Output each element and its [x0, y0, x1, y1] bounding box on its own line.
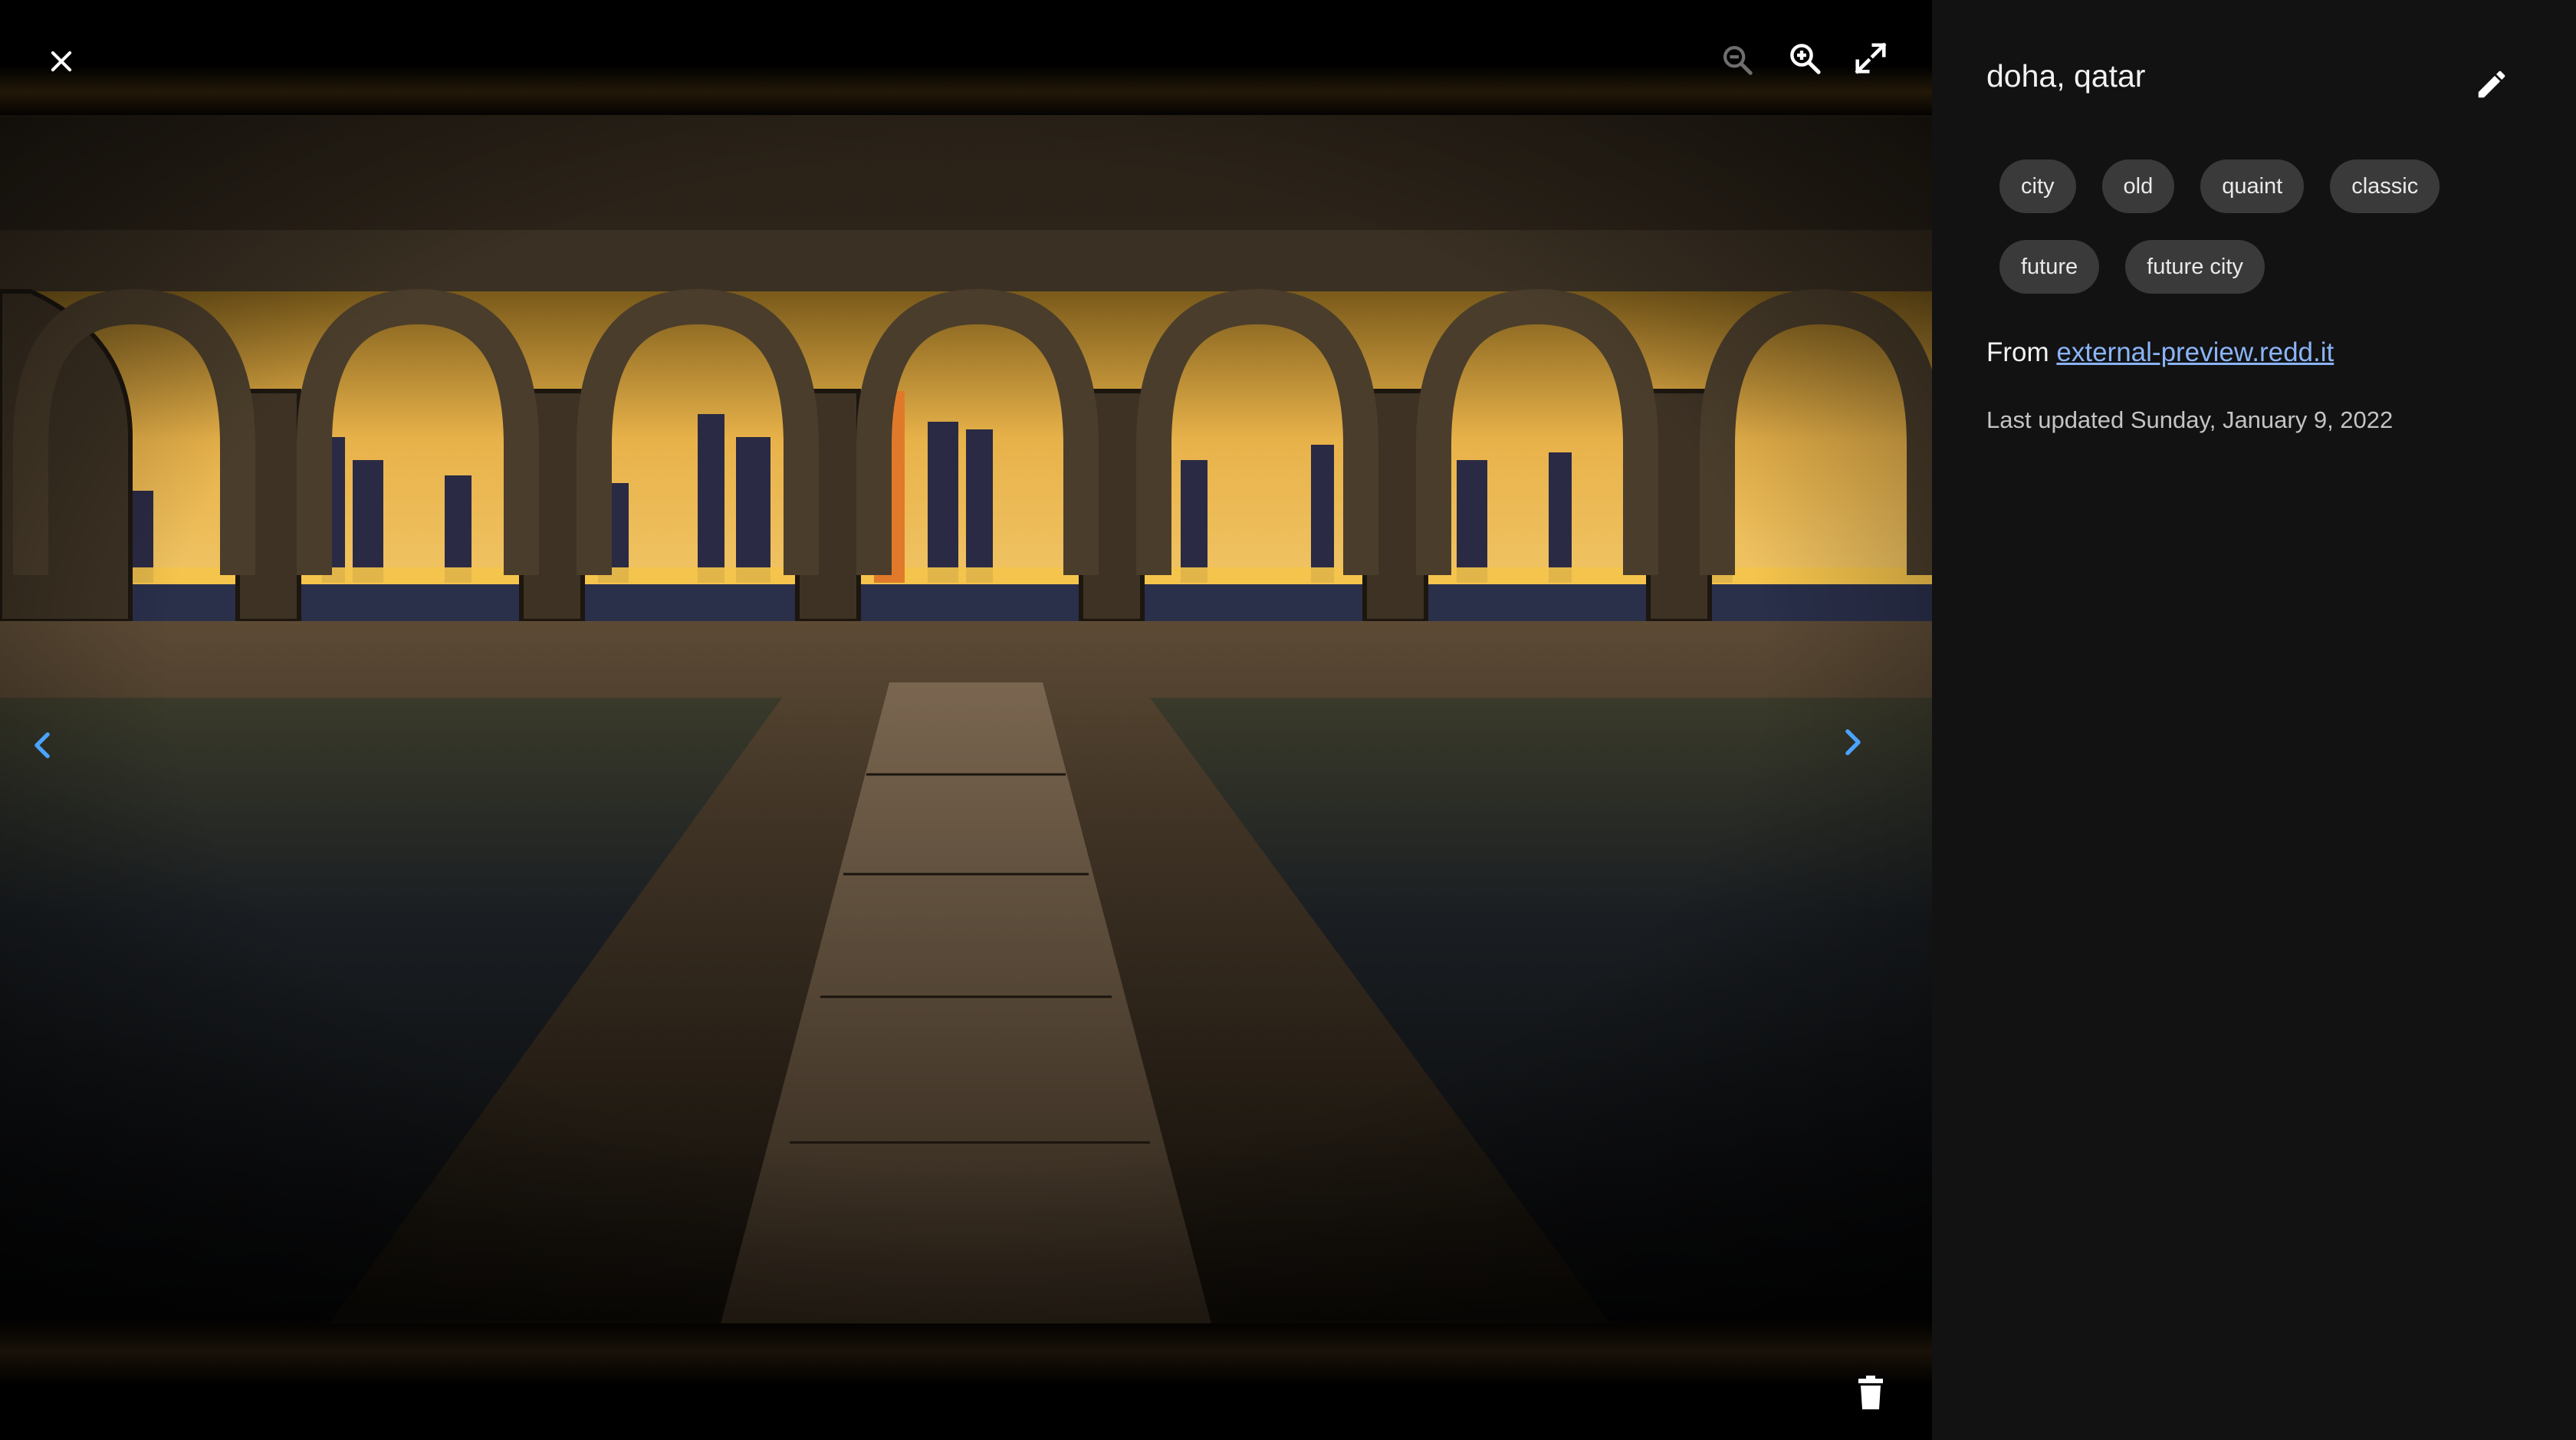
delete-button[interactable] [1848, 1369, 1894, 1415]
chevron-left-icon [34, 732, 50, 758]
fullscreen-button[interactable] [1848, 35, 1894, 81]
close-icon [51, 51, 72, 72]
tag-chip[interactable]: old [2101, 159, 2175, 213]
zoom-out-button[interactable] [1714, 37, 1760, 83]
previous-image-button[interactable] [23, 722, 61, 768]
image-viewer [0, 0, 1932, 1440]
trash-icon [1858, 1376, 1883, 1409]
source-line: From external-preview.redd.it [1986, 337, 2334, 368]
source-link[interactable]: external-preview.redd.it [2056, 337, 2334, 367]
bottom-toolbar-gradient [0, 1319, 1932, 1440]
edit-button[interactable] [2469, 61, 2515, 107]
tag-chip[interactable]: classic [2330, 159, 2440, 213]
pencil-icon [2478, 71, 2505, 98]
image-title: doha, qatar [1986, 58, 2146, 94]
close-button[interactable] [38, 38, 84, 84]
tag-list: city old quaint classic future future ci… [1999, 159, 2536, 321]
source-prefix: From [1986, 337, 2049, 367]
tag-chip[interactable]: future [1999, 240, 2100, 294]
next-image-button[interactable] [1834, 719, 1872, 765]
tag-chip[interactable]: future city [2125, 240, 2265, 294]
zoom-in-button[interactable] [1782, 35, 1828, 81]
photo-illustration [0, 115, 1932, 1323]
photo [0, 115, 1932, 1323]
tag-chip[interactable]: city [1999, 159, 2076, 213]
chevron-right-icon [1845, 729, 1861, 755]
tag-chip[interactable]: quaint [2200, 159, 2305, 213]
zoom-in-icon [1790, 44, 1821, 74]
top-toolbar-gradient [0, 0, 1932, 119]
zoom-out-icon [1723, 45, 1753, 75]
last-updated: Last updated Sunday, January 9, 2022 [1986, 406, 2394, 433]
fullscreen-icon [1855, 42, 1887, 74]
details-panel: doha, qatar city old quaint classic futu… [1932, 0, 2576, 1440]
